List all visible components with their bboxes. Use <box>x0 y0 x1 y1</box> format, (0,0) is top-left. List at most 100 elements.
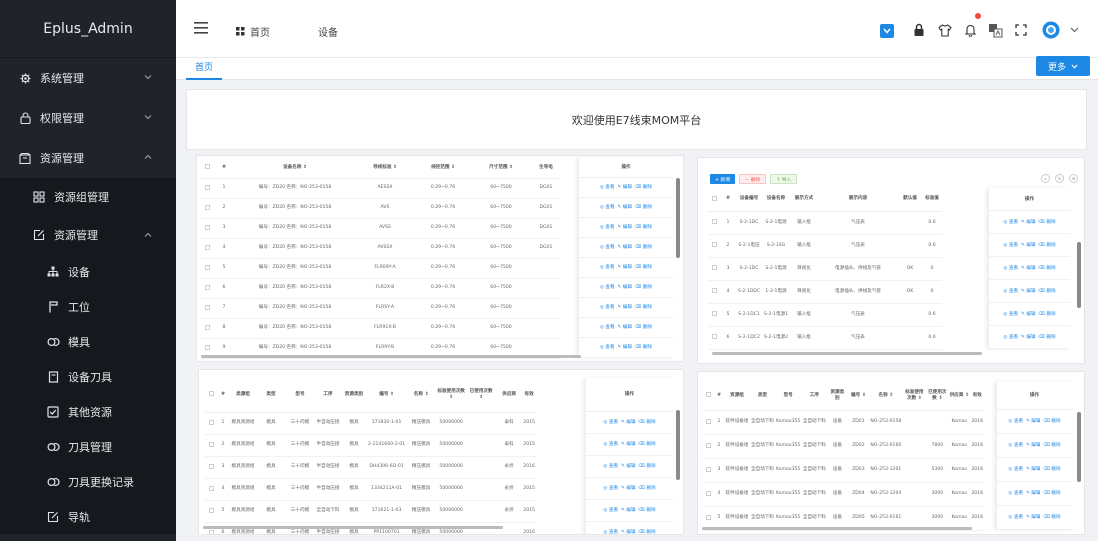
edit-link[interactable]: ✎ 编辑 <box>621 442 636 447</box>
delete-link[interactable]: ⌫ 删除 <box>635 285 652 290</box>
column-header[interactable]: 名称 ⇕ <box>406 378 437 413</box>
edit-link[interactable]: ✎ 编辑 <box>1026 443 1041 448</box>
delete-link[interactable]: ⌫ 删除 <box>635 305 652 310</box>
table-row[interactable]: 6 S-2-1DC2 S-2-1电源2 输入框 气压表 0.6 <box>708 326 942 350</box>
edit-link[interactable]: ✎ 编辑 <box>617 285 632 290</box>
edit-link[interactable]: ✎ 编辑 <box>1021 266 1036 271</box>
edit-link[interactable]: ✎ 编辑 <box>617 325 632 330</box>
edit-link[interactable]: ✎ 编辑 <box>621 420 636 425</box>
column-header[interactable]: # <box>217 378 229 413</box>
edit-link[interactable]: ✎ 编辑 <box>617 345 632 350</box>
column-header[interactable]: 生导电 <box>531 158 561 179</box>
table-row[interactable]: 7 编号：ZD20 名称：NO-253-0158 FLRSY-A 0.29~0.76 6… <box>201 298 561 319</box>
row-checkbox[interactable] <box>708 257 720 281</box>
edit-link[interactable]: ✎ 编辑 <box>617 225 632 230</box>
table-row[interactable]: 5 S-2-1DC1 S-2-1电源1 输入框 气压表 0.6 <box>708 303 942 327</box>
delete-link[interactable]: ⌫ 删除 <box>1038 243 1055 248</box>
column-header[interactable]: 工序 <box>801 382 828 411</box>
edit-link[interactable]: ✎ 编辑 <box>621 530 636 534</box>
view-link[interactable]: ◎ 查看 <box>600 265 615 270</box>
row-checkbox[interactable] <box>201 198 213 219</box>
sidebar-item-4[interactable]: 资源管理 <box>0 216 176 254</box>
row-checkbox[interactable] <box>708 326 720 350</box>
delete-link[interactable]: ⌫ 删除 <box>1043 491 1060 496</box>
column-header[interactable]: 设备名称 ⇕ <box>235 158 355 179</box>
delete-link[interactable]: ⌫ 删除 <box>638 486 655 491</box>
view-link[interactable]: ◎ 查看 <box>600 225 615 230</box>
row-checkbox[interactable] <box>702 458 714 483</box>
delete-link[interactable]: ⌫ 删除 <box>1038 266 1055 271</box>
edit-link[interactable]: ✎ 编辑 <box>1021 312 1036 317</box>
column-header[interactable]: 类型 <box>257 378 285 413</box>
row-checkbox[interactable] <box>702 410 714 435</box>
column-header[interactable]: 已使用次数 ⇕ <box>466 378 497 413</box>
dropdown-square-icon[interactable] <box>880 24 894 38</box>
delete-link[interactable]: ⌫ 删除 <box>1043 467 1060 472</box>
column-header[interactable]: 导线标准 ⇕ <box>355 158 415 179</box>
edit-link[interactable]: ✎ 编辑 <box>621 486 636 491</box>
horizontal-scrollbar[interactable] <box>203 526 503 529</box>
view-link[interactable]: ◎ 查看 <box>1008 515 1023 520</box>
horizontal-scrollbar[interactable] <box>201 355 581 358</box>
view-link[interactable]: ◎ 查看 <box>603 486 618 491</box>
more-button[interactable]: 更多 <box>1036 56 1090 76</box>
table-row[interactable]: 1 S-2-1DC S-2-1电源 输入框 气压表 0.6 <box>708 211 942 235</box>
chevron-down-icon[interactable] <box>1069 22 1079 38</box>
edit-link[interactable]: ✎ 编辑 <box>621 508 636 513</box>
view-link[interactable]: ◎ 查看 <box>603 530 618 534</box>
edit-link[interactable]: ✎ 编辑 <box>1026 467 1041 472</box>
view-link[interactable]: ◎ 查看 <box>1003 243 1018 248</box>
edit-link[interactable]: ✎ 编辑 <box>617 185 632 190</box>
edit-link[interactable]: ✎ 编辑 <box>1021 335 1036 340</box>
table-row[interactable]: 3 编号：ZD20 名称：NO-253-0158 AVSS 0.29~0.76 60~7… <box>201 218 561 239</box>
fullscreen-icon[interactable] <box>1013 22 1029 38</box>
delete-link[interactable]: ⌫ 删除 <box>635 345 652 350</box>
view-link[interactable]: ◎ 查看 <box>1008 419 1023 424</box>
vertical-scrollbar[interactable] <box>1077 242 1081 308</box>
search-icon[interactable]: ⌕ <box>1041 174 1050 183</box>
sidebar-item-2[interactable]: 资源管理 <box>0 138 176 178</box>
delete-link[interactable]: ⌫ 删除 <box>638 530 655 534</box>
delete-link[interactable]: ⌫ 删除 <box>1038 312 1055 317</box>
edit-link[interactable]: ✎ 编辑 <box>617 305 632 310</box>
select-all-checkbox[interactable] <box>702 382 714 411</box>
delete-link[interactable]: ⌫ 删除 <box>635 225 652 230</box>
table-row[interactable]: 8 编号：ZD20 名称：NO-253-0158 FLR91X-B 0.29~0.76… <box>201 318 561 339</box>
sidebar-item-3[interactable]: 资源组管理 <box>0 178 176 216</box>
edit-link[interactable]: ✎ 编辑 <box>1026 419 1041 424</box>
bell-icon[interactable] <box>962 22 978 38</box>
sidebar-item-7[interactable]: 模具 <box>0 324 176 359</box>
table-row[interactable]: 3 S-2-1DC S-2-1电源 目视化 电源插头、供线及气管 OK 0 <box>708 257 942 281</box>
row-checkbox[interactable] <box>201 218 213 239</box>
sidebar-item-1[interactable]: 权限管理 <box>0 98 176 138</box>
view-link[interactable]: ◎ 查看 <box>1003 220 1018 225</box>
table-row[interactable]: 1 编号：ZD20 名称：NO-253-0158 AESSX 0.29~0.76 60~… <box>201 178 561 199</box>
table-row[interactable]: 4 模具资源组 模具 三十问模 半自动压接 模具 1334211A-01 精压模具 500000… <box>205 478 537 501</box>
import-button[interactable]: ↑ 导入 <box>770 174 798 184</box>
delete-link[interactable]: ⌫ 删除 <box>1038 289 1055 294</box>
delete-link[interactable]: ⌫ 删除 <box>638 508 655 513</box>
view-link[interactable]: ◎ 查看 <box>600 245 615 250</box>
row-checkbox[interactable] <box>205 434 217 457</box>
row-checkbox[interactable] <box>201 278 213 299</box>
vertical-scrollbar[interactable] <box>676 178 680 258</box>
sidebar-item-8[interactable]: 设备刀具 <box>0 359 176 394</box>
column-header[interactable]: 展示方式 <box>790 188 818 212</box>
column-header[interactable]: 设备编号 <box>736 188 762 212</box>
table-row[interactable]: 4 S-2-1DDC 1-2-1电源 目视化 电源插头、供线及气管 OK 0 <box>708 280 942 304</box>
column-header[interactable]: 线径范围 ⇕ <box>415 158 471 179</box>
edit-link[interactable]: ✎ 编辑 <box>617 245 632 250</box>
view-link[interactable]: ◎ 查看 <box>1003 312 1018 317</box>
horizontal-scrollbar[interactable] <box>702 527 972 530</box>
delete-button[interactable]: − 删除 <box>739 174 767 184</box>
select-all-checkbox[interactable] <box>201 158 213 179</box>
delete-link[interactable]: ⌫ 删除 <box>1043 515 1060 520</box>
column-header[interactable]: # <box>213 158 235 179</box>
delete-link[interactable]: ⌫ 删除 <box>1043 419 1060 424</box>
view-link[interactable]: ◎ 查看 <box>600 345 615 350</box>
column-header[interactable]: 标准使用次数 ⇕ <box>902 382 927 411</box>
column-header[interactable]: 型号 <box>774 382 802 411</box>
row-checkbox[interactable] <box>205 412 217 435</box>
column-header[interactable]: 类型 <box>750 382 775 411</box>
delete-link[interactable]: ⌫ 删除 <box>638 442 655 447</box>
